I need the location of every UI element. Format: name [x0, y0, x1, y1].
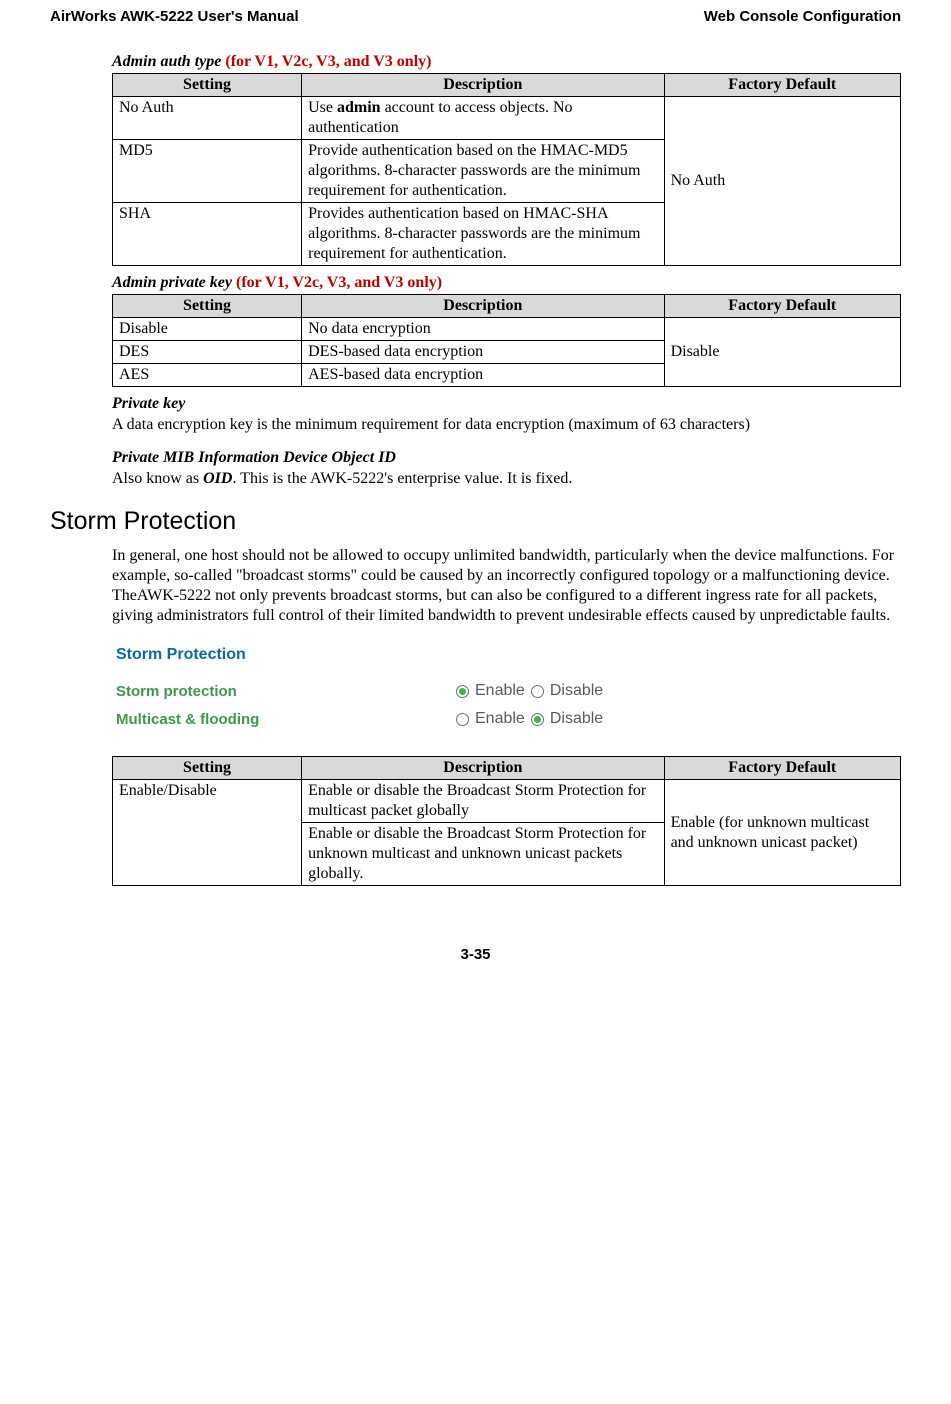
admin-auth-version-note: (for V1, V2c, V3, and V3 only)	[225, 53, 431, 70]
running-header: AirWorks AWK-5222 User's Manual Web Cons…	[50, 8, 901, 25]
cell-description: Enable or disable the Broadcast Storm Pr…	[302, 780, 664, 823]
cell-setting: Disable	[113, 318, 302, 341]
col-factory-default: Factory Default	[664, 74, 900, 97]
cell-description: Provides authentication based on HMAC-SH…	[302, 203, 664, 266]
col-setting: Setting	[113, 74, 302, 97]
cell-setting: SHA	[113, 203, 302, 266]
cell-factory-default: No Auth	[664, 97, 900, 266]
admin-auth-title: Admin auth type (for V1, V2c, V3, and V3…	[112, 53, 901, 71]
cell-setting: Enable/Disable	[113, 780, 302, 886]
cell-description: No data encryption	[302, 318, 664, 341]
cell-factory-default: Disable	[664, 318, 900, 387]
storm-protection-panel: Storm Protection Storm protection Enable…	[112, 636, 901, 756]
cell-description: Use admin account to access objects. No …	[302, 97, 664, 140]
running-header-left: AirWorks AWK-5222 User's Manual	[50, 8, 299, 25]
admin-auth-title-text: Admin auth type	[112, 53, 221, 70]
table-row: Disable No data encryption Disable	[113, 318, 901, 341]
cell-description: DES-based data encryption	[302, 341, 664, 364]
radio-disable-label: Disable	[550, 710, 603, 728]
admin-priv-title: Admin private key (for V1, V2c, V3, and …	[112, 274, 901, 292]
table-row: No Auth Use admin account to access obje…	[113, 97, 901, 140]
cell-setting: AES	[113, 364, 302, 387]
cell-setting: No Auth	[113, 97, 302, 140]
admin-priv-title-text: Admin private key	[112, 274, 232, 291]
col-factory-default: Factory Default	[664, 295, 900, 318]
cell-description: Provide authentication based on the HMAC…	[302, 140, 664, 203]
radio-disable-icon[interactable]	[531, 713, 544, 726]
private-key-body: A data encryption key is the minimum req…	[112, 415, 901, 435]
storm-protection-heading: Storm Protection	[50, 507, 901, 536]
running-header-right: Web Console Configuration	[704, 8, 901, 25]
storm-protection-label: Storm protection	[116, 683, 456, 700]
storm-intro: In general, one host should not be allow…	[112, 546, 901, 626]
table-header-row: Setting Description Factory Default	[113, 295, 901, 318]
cell-setting: MD5	[113, 140, 302, 203]
storm-table: Setting Description Factory Default Enab…	[112, 756, 901, 886]
col-description: Description	[302, 74, 664, 97]
col-description: Description	[302, 757, 664, 780]
col-description: Description	[302, 295, 664, 318]
col-factory-default: Factory Default	[664, 757, 900, 780]
multicast-flooding-label: Multicast & flooding	[116, 711, 456, 728]
admin-priv-table: Setting Description Factory Default Disa…	[112, 294, 901, 387]
col-setting: Setting	[113, 757, 302, 780]
storm-panel-title: Storm Protection	[116, 646, 901, 664]
admin-auth-table: Setting Description Factory Default No A…	[112, 73, 901, 266]
mib-title: Private MIB Information Device Object ID	[112, 449, 901, 467]
cell-setting: DES	[113, 341, 302, 364]
cell-description: Enable or disable the Broadcast Storm Pr…	[302, 823, 664, 886]
table-header-row: Setting Description Factory Default	[113, 757, 901, 780]
multicast-flooding-row: Multicast & flooding Enable Disable	[116, 710, 901, 728]
table-row: Enable/Disable Enable or disable the Bro…	[113, 780, 901, 823]
radio-enable-icon[interactable]	[456, 685, 469, 698]
radio-enable-icon[interactable]	[456, 713, 469, 726]
table-header-row: Setting Description Factory Default	[113, 74, 901, 97]
radio-enable-label: Enable	[475, 682, 525, 700]
storm-protection-row: Storm protection Enable Disable	[116, 682, 901, 700]
col-setting: Setting	[113, 295, 302, 318]
mib-body: Also know as OID. This is the AWK-5222's…	[112, 469, 901, 489]
admin-priv-version-note: (for V1, V2c, V3, and V3 only)	[236, 274, 442, 291]
cell-factory-default: Enable (for unknown multicast and unknow…	[664, 780, 900, 886]
radio-disable-icon[interactable]	[531, 685, 544, 698]
radio-enable-label: Enable	[475, 710, 525, 728]
private-key-title: Private key	[112, 395, 901, 413]
cell-description: AES-based data encryption	[302, 364, 664, 387]
page-number: 3-35	[50, 946, 901, 963]
radio-disable-label: Disable	[550, 682, 603, 700]
